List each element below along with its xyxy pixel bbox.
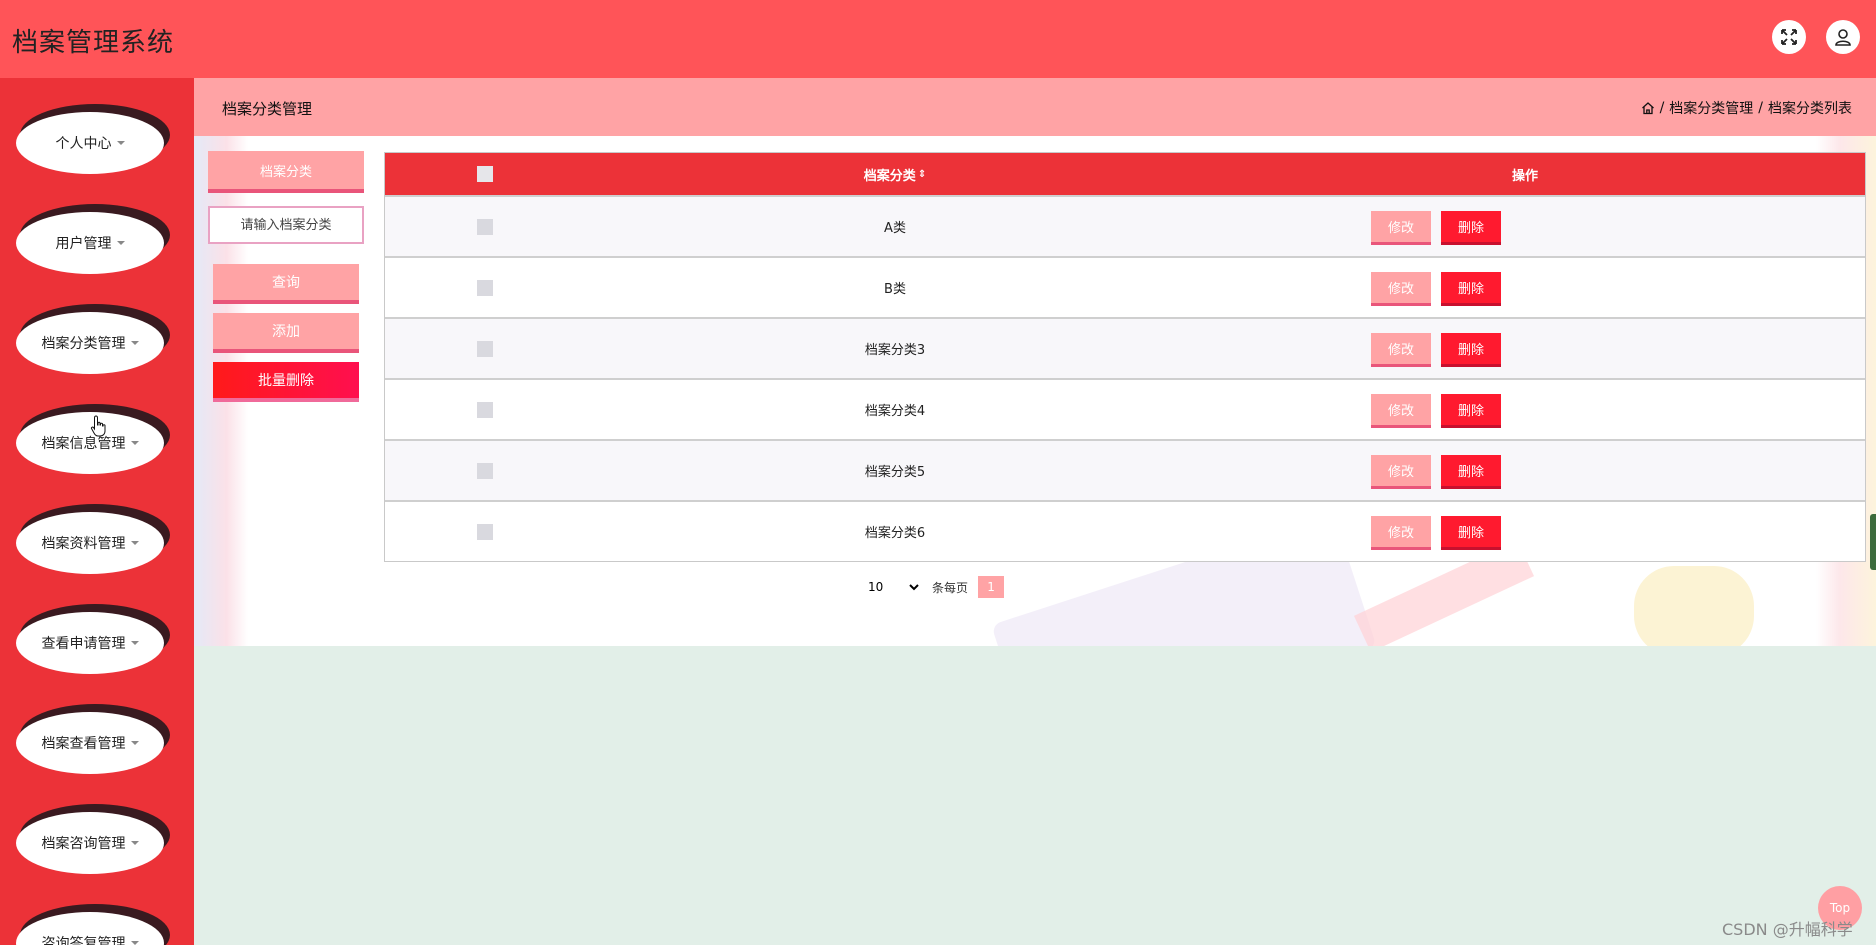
- delete-button[interactable]: 删除: [1441, 272, 1501, 306]
- sidebar-item-label: 档案查看管理: [41, 736, 126, 752]
- caret-down-icon: [130, 941, 139, 945]
- edit-button[interactable]: 修改: [1371, 516, 1431, 550]
- delete-button[interactable]: 删除: [1441, 516, 1501, 550]
- breadcrumb-item-category-list: 档案分类列表: [1768, 101, 1852, 117]
- sidebar-item-label: 档案分类管理: [41, 336, 126, 352]
- sidebar-item-label: 档案信息管理: [41, 436, 126, 452]
- sidebar-item-view-request-management[interactable]: 查看申请管理: [16, 604, 170, 674]
- content-body: 档案分类 查询 添加 批量删除 档案分类⇕ 操作 A类 修改 删除 B类 修改 …: [194, 136, 1876, 646]
- category-name-cell: B类: [884, 282, 906, 297]
- fullscreen-button[interactable]: [1772, 20, 1806, 54]
- category-name-cell: 档案分类5: [864, 465, 926, 480]
- table-header: 档案分类 ⇕ 操作: [385, 153, 1865, 195]
- caret-down-icon: [130, 741, 139, 745]
- category-name-cell: 档案分类4: [864, 404, 926, 419]
- caret-down-icon: [130, 841, 139, 845]
- sidebar-item-label: 档案咨询管理: [41, 836, 126, 852]
- delete-button[interactable]: 删除: [1441, 394, 1501, 428]
- column-header-category[interactable]: 档案分类 ⇕: [715, 153, 1075, 195]
- category-name-cell: 档案分类3: [864, 343, 926, 358]
- caret-down-icon: [130, 441, 139, 445]
- sidebar-item-category-management[interactable]: 档案分类管理: [16, 304, 170, 374]
- sidebar-item-user-management[interactable]: 用户管理: [16, 204, 170, 274]
- sidebar-item-label: 咨询答复管理: [41, 936, 126, 945]
- hand-cursor-icon: [90, 415, 106, 437]
- sidebar-item-label: 个人中心: [55, 136, 112, 152]
- edit-button[interactable]: 修改: [1371, 394, 1431, 428]
- row-checkbox[interactable]: [477, 462, 493, 479]
- per-page-label: 条每页: [932, 580, 969, 595]
- batch-delete-button[interactable]: 批量删除: [213, 362, 359, 402]
- sidebar-item-archive-material-management[interactable]: 档案资料管理: [16, 504, 170, 574]
- edit-button[interactable]: 修改: [1371, 455, 1431, 489]
- category-name-cell: 档案分类6: [864, 526, 926, 541]
- caret-down-icon: [116, 241, 125, 245]
- watermark: CSDN @升幅科学: [1722, 920, 1853, 939]
- sidebar-item-reply-management[interactable]: 咨询答复管理: [16, 904, 170, 945]
- breadcrumb-separator: /: [1659, 100, 1665, 116]
- expand-icon: [1781, 29, 1797, 45]
- sidebar-item-consultation-management[interactable]: 档案咨询管理: [16, 804, 170, 874]
- sort-icon[interactable]: ⇕: [918, 169, 926, 180]
- column-header-operation: 操作: [1511, 168, 1538, 184]
- delete-button[interactable]: 删除: [1441, 333, 1501, 367]
- row-checkbox[interactable]: [477, 279, 493, 296]
- sidebar-item-label: 用户管理: [55, 236, 112, 252]
- breadcrumb: / 档案分类管理 / 档案分类列表: [1641, 98, 1852, 118]
- breadcrumb-separator: /: [1758, 100, 1763, 116]
- row-checkbox[interactable]: [477, 340, 493, 357]
- query-button[interactable]: 查询: [213, 264, 359, 304]
- top-bar: 档案管理系统: [0, 0, 1876, 78]
- background-decoration: [1634, 566, 1754, 646]
- category-name-cell: A类: [884, 221, 906, 236]
- page-size-select[interactable]: 10: [864, 576, 922, 598]
- app-title: 档案管理系统: [12, 28, 175, 58]
- delete-button[interactable]: 删除: [1441, 211, 1501, 245]
- add-button[interactable]: 添加: [213, 313, 359, 353]
- user-icon: [1835, 29, 1851, 46]
- sidebar: 个人中心 用户管理 档案分类管理 档案信息管理 档案资料管理 查看申请管理 档案…: [0, 78, 194, 945]
- content-header: 档案分类管理 / 档案分类管理 / 档案分类列表: [194, 78, 1876, 136]
- caret-down-icon: [130, 541, 139, 545]
- sidebar-item-label: 查看申请管理: [41, 636, 126, 652]
- row-checkbox[interactable]: [477, 401, 493, 418]
- table-row: 档案分类4 修改 删除: [385, 378, 1865, 439]
- select-all-checkbox[interactable]: [477, 166, 493, 182]
- table-row: A类 修改 删除: [385, 195, 1865, 256]
- pagination: 10 条每页 1: [864, 576, 1005, 598]
- delete-button[interactable]: 删除: [1441, 455, 1501, 489]
- edit-button[interactable]: 修改: [1371, 211, 1431, 245]
- sidebar-item-label: 档案资料管理: [41, 536, 126, 552]
- caret-down-icon: [130, 341, 139, 345]
- table-row: B类 修改 删除: [385, 256, 1865, 317]
- side-drawer-handle[interactable]: [1870, 514, 1876, 570]
- page-number-current[interactable]: 1: [978, 576, 1005, 598]
- search-field-label: 档案分类: [208, 151, 364, 193]
- caret-down-icon: [116, 141, 125, 145]
- sidebar-item-archive-view-management[interactable]: 档案查看管理: [16, 704, 170, 774]
- category-table: 档案分类 ⇕ 操作 A类 修改 删除 B类 修改 删除 档案分类3 修改 删除 …: [384, 152, 1866, 562]
- breadcrumb-item-category-management[interactable]: 档案分类管理: [1669, 98, 1753, 118]
- category-search-input[interactable]: [208, 206, 364, 244]
- row-checkbox[interactable]: [477, 523, 493, 540]
- user-profile-button[interactable]: [1826, 20, 1860, 54]
- edit-button[interactable]: 修改: [1371, 333, 1431, 367]
- table-row: 档案分类3 修改 删除: [385, 317, 1865, 378]
- table-row: 档案分类5 修改 删除: [385, 439, 1865, 500]
- row-checkbox[interactable]: [477, 218, 493, 235]
- sidebar-item-personal-center[interactable]: 个人中心: [16, 104, 170, 174]
- caret-down-icon: [130, 641, 139, 645]
- edit-button[interactable]: 修改: [1371, 272, 1431, 306]
- table-row: 档案分类6 修改 删除: [385, 500, 1865, 561]
- home-icon[interactable]: [1641, 101, 1655, 115]
- page-title: 档案分类管理: [222, 100, 313, 118]
